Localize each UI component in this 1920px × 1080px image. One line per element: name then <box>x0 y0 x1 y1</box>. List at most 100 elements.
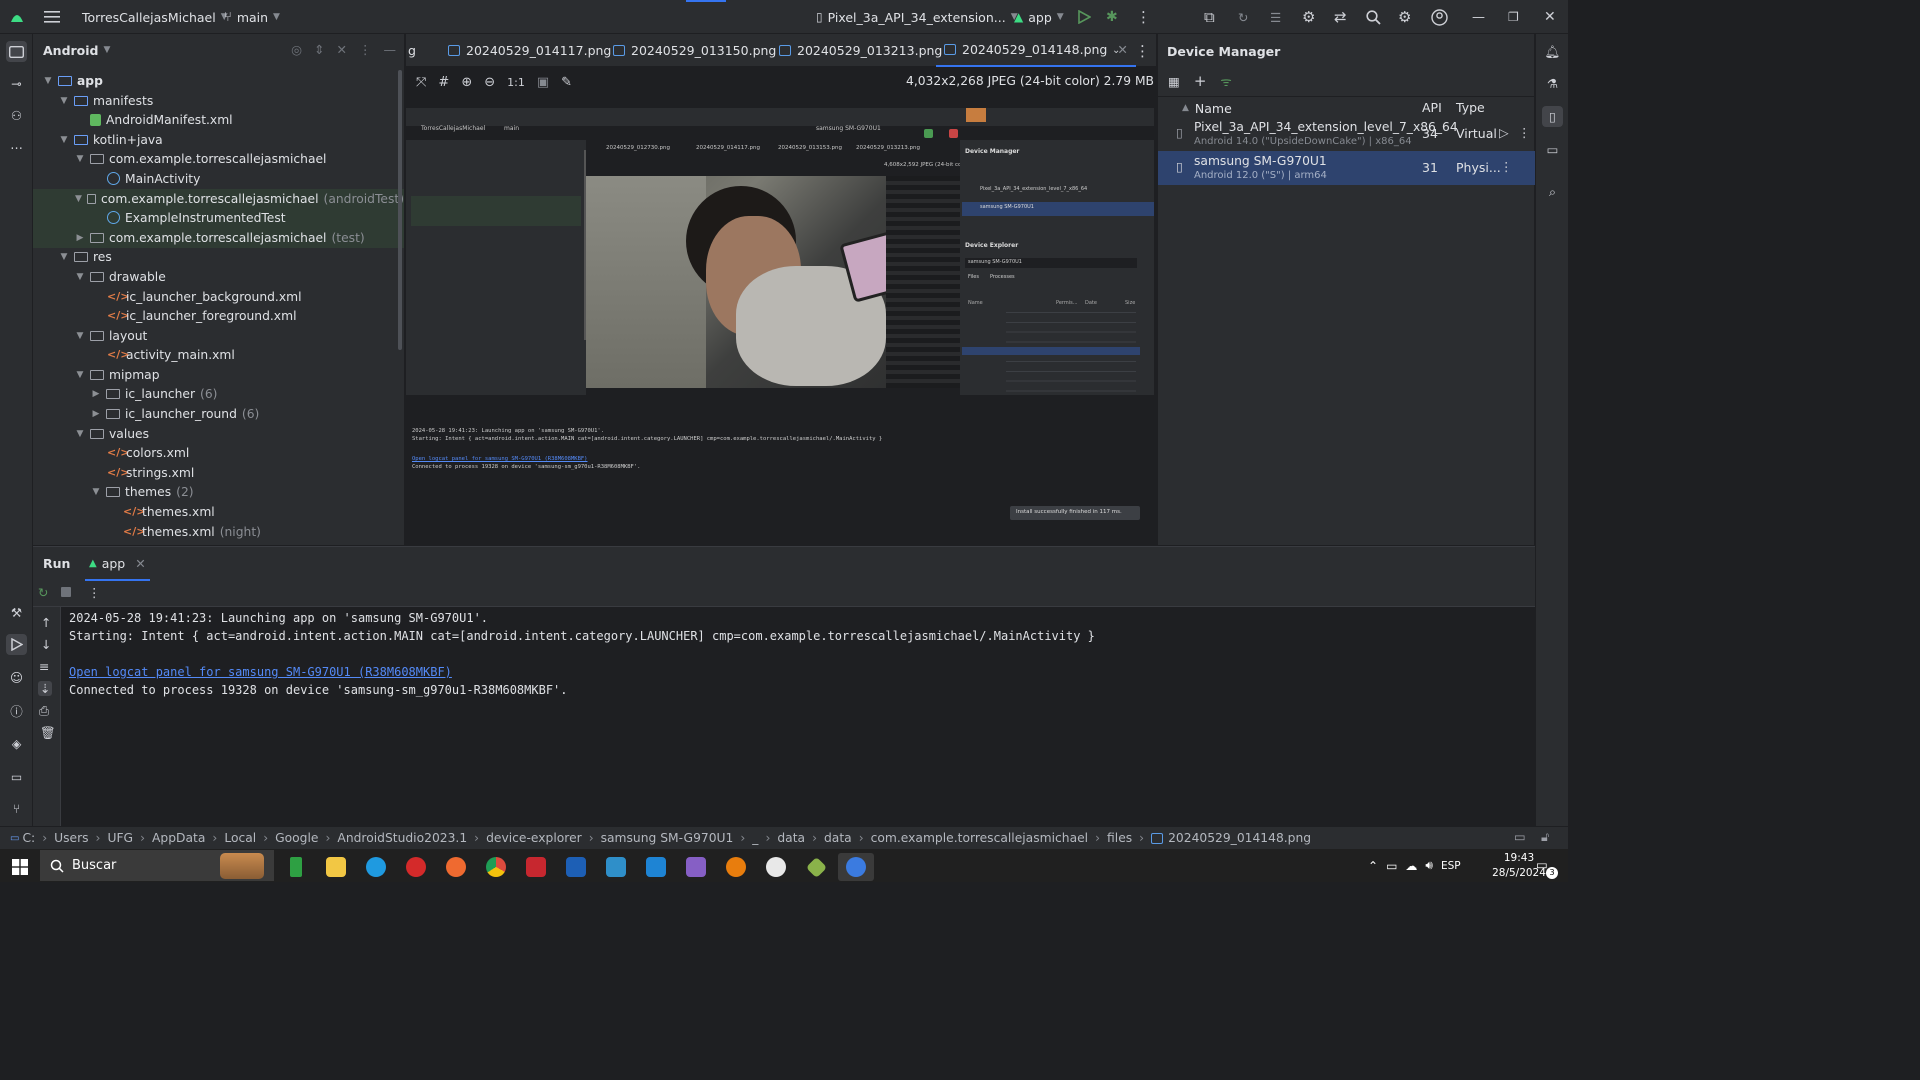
chevron-up-icon[interactable]: ⌃ <box>1368 859 1378 873</box>
tree-node-mainactivity[interactable]: MainActivity <box>33 169 404 189</box>
breadcrumb[interactable]: _ <box>752 831 758 845</box>
tab-app[interactable]: ▲ app ✕ <box>85 547 150 581</box>
apply-changes-icon[interactable]: ↻ <box>1238 0 1248 34</box>
device-row[interactable]: ▯ Pixel_3a_API_34_extension_level_7_x86_… <box>1158 117 1535 151</box>
version-control-icon[interactable]: ⑂ <box>6 798 27 819</box>
tree-node-colors[interactable]: </> colors.xml <box>33 443 404 463</box>
zoom-out-icon[interactable]: ⊖ <box>484 75 495 90</box>
windows-start-icon[interactable] <box>2 853 38 881</box>
volume-icon[interactable]: 🔊︎ <box>1425 858 1433 873</box>
launch-device-icon[interactable]: ▷ <box>1499 125 1509 140</box>
tree-node-package-androidtest[interactable]: ▼ com.example.torrescallejasmichael (and… <box>33 189 404 209</box>
debug-button[interactable]: ✱ <box>1106 0 1118 34</box>
app-quality-icon[interactable]: ◈ <box>6 733 27 754</box>
fit-zoom-icon[interactable]: ⤧ <box>416 75 426 90</box>
vscode-icon[interactable] <box>638 853 674 881</box>
more-options-icon[interactable]: ⋮ <box>88 585 101 600</box>
branch-selector[interactable]: ⑂ main ▼ <box>224 0 280 34</box>
edge-browser-icon[interactable] <box>358 853 394 881</box>
close-window-icon[interactable]: ✕ <box>1544 0 1556 34</box>
tab-list-dropdown[interactable]: ⌄ <box>1112 34 1120 67</box>
account-icon[interactable] <box>1431 0 1448 34</box>
chrome-browser-icon[interactable] <box>478 853 514 881</box>
rerun-icon[interactable]: ↻ <box>38 585 48 600</box>
running-devices-icon[interactable]: ▭ <box>1542 139 1563 160</box>
tree-node-themes-xml-night[interactable]: </> themes.xml (night) <box>33 522 404 542</box>
scroll-down-icon[interactable]: ↓ <box>41 637 51 652</box>
tree-node-activity-main[interactable]: </> activity_main.xml <box>33 345 404 365</box>
cloud-app-icon[interactable] <box>278 853 314 881</box>
soft-wrap-icon[interactable]: ≡ <box>39 659 49 674</box>
stop-icon[interactable] <box>61 587 71 597</box>
breadcrumb[interactable]: data <box>777 831 805 845</box>
device-selector[interactable]: ▯ Pixel_3a_API_34_extension... ▼ <box>816 0 1018 34</box>
notifications-icon[interactable]: 🔔︎ <box>1542 41 1563 62</box>
tree-node-mipmap[interactable]: ▼ mipmap <box>33 365 404 385</box>
blender-icon[interactable] <box>718 853 754 881</box>
tree-node-strings[interactable]: </> strings.xml <box>33 463 404 483</box>
tree-node-themes-xml[interactable]: </> themes.xml <box>33 502 404 522</box>
commit-tool-icon[interactable]: ⊸ <box>6 73 27 94</box>
device-menu-icon[interactable]: ⋮ <box>1500 159 1513 174</box>
zoom-in-icon[interactable]: ⊕ <box>461 75 472 90</box>
language-indicator[interactable]: ESP <box>1441 860 1461 872</box>
breadcrumb[interactable]: UFG <box>107 831 133 845</box>
add-device-icon[interactable]: + <box>1194 72 1207 90</box>
background-icon[interactable]: ▣ <box>537 75 549 90</box>
breadcrumb[interactable]: C: <box>22 831 35 845</box>
search-icon[interactable] <box>1366 0 1381 34</box>
breadcrumb[interactable]: com.example.torrescallejasmichael <box>871 831 1088 845</box>
editor-tab-overflow[interactable]: g <box>408 34 416 67</box>
tree-node-androidmanifest[interactable]: AndroidManifest.xml <box>33 110 404 130</box>
tree-node-layout[interactable]: ▼ layout <box>33 326 404 346</box>
scroll-up-icon[interactable]: ↑ <box>41 615 51 630</box>
device-mirror-icon[interactable]: ⇄ <box>1334 0 1347 34</box>
tree-node-ic-launcher-background[interactable]: </> ic_launcher_background.xml <box>33 287 404 307</box>
breadcrumb[interactable]: AndroidStudio2023.1 <box>337 831 467 845</box>
network-icon[interactable]: ▭ <box>1386 859 1397 873</box>
settings-icon[interactable]: ⚙ <box>1398 0 1411 34</box>
close-tab-icon[interactable]: ✕ <box>135 556 145 571</box>
cloud-sync-icon[interactable]: ☁ <box>1405 859 1417 873</box>
pair-wifi-icon[interactable]: ᯤ <box>1220 73 1231 90</box>
logcat-icon[interactable]: ☺ <box>6 667 27 688</box>
breadcrumb[interactable]: device-explorer <box>486 831 582 845</box>
editor-tab-active[interactable]: 20240529_014148.png ✕ <box>936 34 1136 67</box>
breadcrumb[interactable]: 20240529_014148.png <box>1168 831 1311 845</box>
run-button[interactable] <box>1078 0 1091 34</box>
print-icon[interactable]: ⎙ <box>39 703 49 719</box>
clear-all-icon[interactable]: 🗑︎ <box>40 725 56 741</box>
breadcrumb[interactable]: samsung SM-G970U1 <box>601 831 734 845</box>
editor-tab[interactable]: 20240529_013150.png <box>613 34 776 67</box>
tree-node-package-test[interactable]: ▶ com.example.torrescallejasmichael (tes… <box>33 228 404 248</box>
file-explorer-icon[interactable] <box>318 853 354 881</box>
more-tools-icon[interactable]: ⋯ <box>6 137 27 158</box>
restore-window-icon[interactable]: ❐ <box>1508 0 1519 34</box>
sync-project-icon[interactable]: ⧉ <box>1204 0 1215 34</box>
revit-icon[interactable] <box>558 853 594 881</box>
opera-browser-icon[interactable] <box>398 853 434 881</box>
breadcrumb[interactable]: data <box>824 831 852 845</box>
edit-image-icon[interactable]: ✎ <box>561 75 572 90</box>
autocad-icon[interactable] <box>518 853 554 881</box>
project-selector[interactable]: TorresCallejasMichael ▼ <box>82 0 228 34</box>
breadcrumb[interactable]: Local <box>224 831 256 845</box>
minimize-window-icon[interactable]: — <box>1472 0 1485 34</box>
problems-icon[interactable]: ⓘ <box>6 700 27 721</box>
app-m-icon[interactable] <box>598 853 634 881</box>
main-menu-icon[interactable] <box>44 0 60 34</box>
editor-tab[interactable]: 20240529_013213.png <box>779 34 942 67</box>
collapse-all-icon[interactable]: ✕ <box>337 42 347 57</box>
project-tool-icon[interactable] <box>6 41 27 62</box>
column-type-header[interactable]: Type <box>1456 100 1485 115</box>
actual-size-button[interactable]: 1:1 <box>507 76 525 89</box>
options-icon[interactable]: ⋮ <box>359 42 372 57</box>
device-list-icon[interactable]: ▦ <box>1168 74 1180 89</box>
tree-node-themes[interactable]: ▼ themes (2) <box>33 482 404 502</box>
tree-node-app[interactable]: ▼ app <box>33 71 404 91</box>
scroll-to-end-icon[interactable]: ⇣ <box>38 681 53 696</box>
breadcrumb[interactable]: Google <box>275 831 318 845</box>
more-actions-icon[interactable]: ⋮ <box>1136 0 1151 34</box>
breadcrumb[interactable]: files <box>1107 831 1132 845</box>
device-manager-tool-icon[interactable]: ▯ <box>1542 106 1563 127</box>
